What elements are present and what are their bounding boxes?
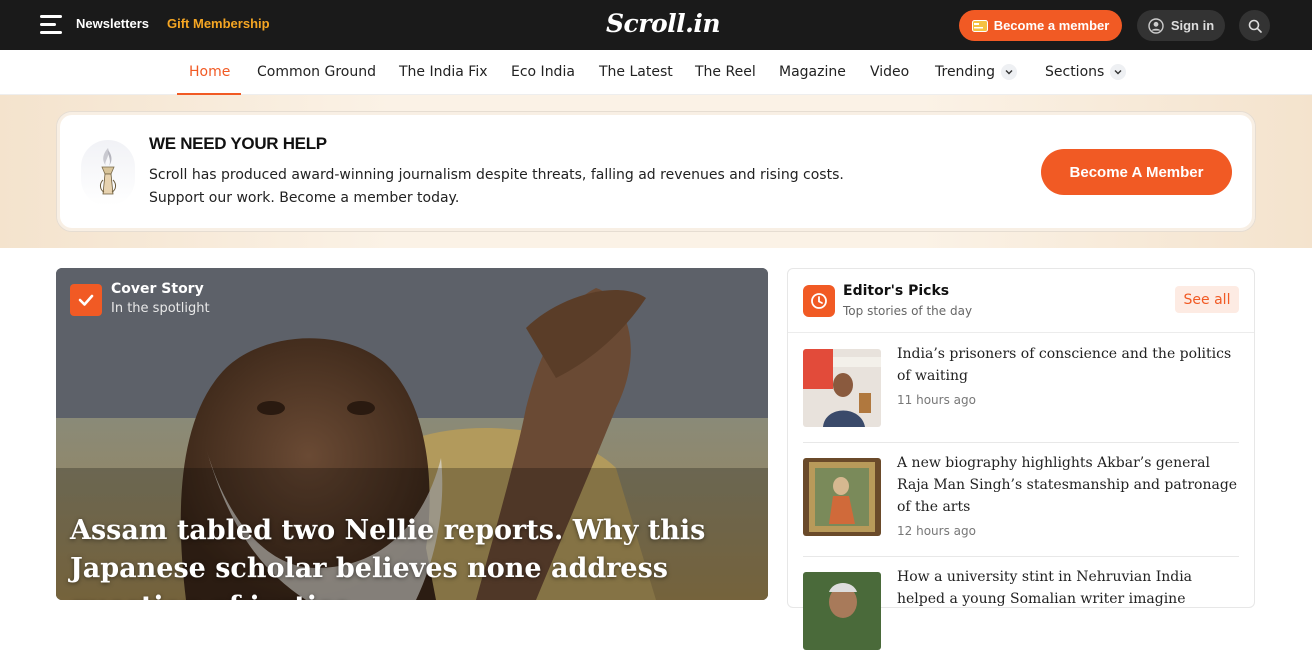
hero-story-card[interactable]: Cover Story In the spotlight Assam table… bbox=[56, 268, 768, 600]
site-logo[interactable]: Scroll.in bbox=[606, 9, 721, 38]
pick-thumbnail bbox=[803, 572, 881, 650]
nav-magazine[interactable]: Magazine bbox=[779, 64, 846, 80]
top-bar: Newsletters Gift Membership Scroll.in Be… bbox=[0, 0, 1312, 50]
divider bbox=[803, 442, 1239, 443]
pick-headline[interactable]: A new biography highlights Akbar’s gener… bbox=[897, 452, 1239, 518]
editors-picks-panel: Editor's Picks Top stories of the day Se… bbox=[787, 268, 1255, 650]
search-button[interactable] bbox=[1239, 10, 1270, 41]
check-badge-icon bbox=[70, 284, 102, 316]
pick-headline[interactable]: How a university stint in Nehruvian Indi… bbox=[897, 566, 1239, 610]
banner-title: WE NEED YOUR HELP bbox=[149, 134, 327, 153]
membership-banner: WE NEED YOUR HELP Scroll has produced aw… bbox=[56, 111, 1256, 232]
nav-trending[interactable]: Trending bbox=[935, 64, 1017, 80]
clock-icon bbox=[803, 285, 835, 317]
user-icon bbox=[1148, 17, 1164, 34]
pick-thumbnail bbox=[803, 349, 881, 427]
cover-story-label[interactable]: Cover Story bbox=[111, 281, 204, 297]
pick-thumbnail bbox=[803, 458, 881, 536]
list-item[interactable]: India’s prisoners of conscience and the … bbox=[803, 346, 1239, 429]
nav-common-ground[interactable]: Common Ground bbox=[257, 64, 376, 80]
nav-the-reel[interactable]: The Reel bbox=[695, 64, 756, 80]
list-item[interactable]: How a university stint in Nehruvian Indi… bbox=[803, 569, 1239, 652]
menu-icon[interactable] bbox=[40, 15, 62, 35]
nav-the-india-fix[interactable]: The India Fix bbox=[399, 64, 488, 80]
nav-home[interactable]: Home bbox=[189, 64, 230, 80]
chevron-down-icon bbox=[1000, 64, 1017, 80]
nav-trending-label: Trending bbox=[935, 64, 995, 80]
pick-timestamp: 11 hours ago bbox=[897, 393, 976, 407]
list-item[interactable]: A new biography highlights Akbar’s gener… bbox=[803, 455, 1239, 538]
main-nav: Home Common Ground The India Fix Eco Ind… bbox=[0, 50, 1312, 95]
sign-in-label: Sign in bbox=[1170, 18, 1215, 33]
banner-text: Scroll has produced award-winning journa… bbox=[149, 167, 844, 206]
gift-membership-link[interactable]: Gift Membership bbox=[167, 16, 270, 31]
cover-story-sublabel: In the spotlight bbox=[111, 301, 210, 316]
newsletters-link[interactable]: Newsletters bbox=[76, 16, 149, 31]
nav-eco-india[interactable]: Eco India bbox=[511, 64, 575, 80]
become-a-member-button[interactable]: Become A Member bbox=[1041, 149, 1232, 195]
nav-video[interactable]: Video bbox=[870, 64, 909, 80]
editors-picks-header: Editor's Picks Top stories of the day Se… bbox=[788, 269, 1254, 333]
become-member-button[interactable]: Become a member bbox=[959, 10, 1122, 41]
sign-in-button[interactable]: Sign in bbox=[1137, 10, 1225, 41]
membership-card-icon bbox=[971, 19, 988, 32]
editors-picks-subtitle: Top stories of the day bbox=[843, 304, 973, 318]
pick-timestamp: 12 hours ago bbox=[897, 524, 976, 538]
editors-picks-title: Editor's Picks bbox=[843, 283, 950, 299]
search-icon bbox=[1248, 19, 1262, 33]
nav-sections-label: Sections bbox=[1045, 64, 1105, 80]
chevron-down-icon bbox=[1110, 64, 1127, 80]
torch-icon bbox=[81, 140, 135, 206]
nav-the-latest[interactable]: The Latest bbox=[599, 64, 673, 80]
nav-sections[interactable]: Sections bbox=[1045, 64, 1127, 80]
hero-headline[interactable]: Assam tabled two Nellie reports. Why thi… bbox=[70, 512, 760, 600]
pick-headline[interactable]: India’s prisoners of conscience and the … bbox=[897, 343, 1239, 387]
become-member-label: Become a member bbox=[993, 18, 1110, 33]
see-all-button[interactable]: See all bbox=[1175, 286, 1239, 313]
divider bbox=[803, 556, 1239, 557]
